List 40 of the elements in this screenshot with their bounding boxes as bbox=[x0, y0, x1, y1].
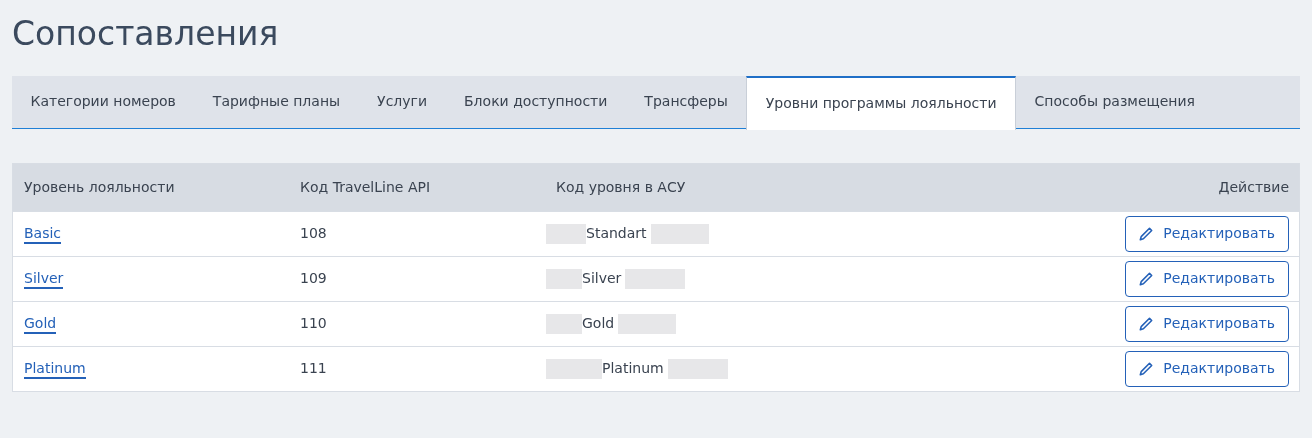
redaction-block bbox=[625, 268, 686, 289]
pencil-icon bbox=[1139, 316, 1154, 331]
redaction-block bbox=[618, 313, 677, 334]
table-cell-text: Standart bbox=[586, 224, 647, 244]
edit-button[interactable]: Редактировать bbox=[1125, 260, 1289, 297]
level-link[interactable]: Basic bbox=[24, 225, 62, 245]
table-cell-text: Silver bbox=[582, 269, 622, 289]
table-cell: 110 bbox=[300, 315, 327, 332]
pencil-icon bbox=[1139, 226, 1154, 241]
level-link[interactable]: Platinum bbox=[24, 360, 86, 380]
tab[interactable]: Способы размещения bbox=[1016, 75, 1214, 128]
column-header: Уровень лояльности bbox=[24, 178, 175, 195]
tab[interactable]: Трансферы bbox=[625, 75, 747, 128]
column-header: Код уровня в АСУ bbox=[556, 178, 686, 195]
edit-button[interactable]: Редактировать bbox=[1125, 305, 1289, 342]
tab[interactable]: Блоки доступности bbox=[445, 75, 626, 128]
redaction-block bbox=[546, 268, 582, 289]
redaction-block bbox=[546, 313, 582, 334]
table-cell: 108 bbox=[300, 225, 327, 242]
level-link[interactable]: Silver bbox=[24, 270, 64, 290]
table-cell: 109 bbox=[300, 270, 327, 287]
column-header: Действие bbox=[1218, 178, 1289, 195]
tab[interactable]: Уровни программы лояльности bbox=[746, 75, 1017, 130]
pencil-icon bbox=[1139, 361, 1154, 376]
level-link[interactable]: Gold bbox=[24, 315, 57, 335]
table-cell: 111 bbox=[300, 360, 327, 377]
edit-button[interactable]: Редактировать bbox=[1125, 215, 1289, 252]
redaction-block bbox=[650, 223, 709, 244]
tab[interactable]: Услуги bbox=[358, 75, 446, 128]
pencil-icon bbox=[1139, 271, 1154, 286]
tab[interactable]: Тарифные планы bbox=[194, 75, 359, 128]
redaction-block bbox=[667, 358, 728, 379]
table-cell-text: Platinum bbox=[602, 359, 664, 379]
edit-button[interactable]: Редактировать bbox=[1125, 350, 1289, 387]
tab[interactable]: Категории номеров bbox=[12, 75, 195, 128]
column-header: Код TravelLine API bbox=[300, 178, 431, 195]
redaction-block bbox=[546, 358, 602, 379]
page-title: Сопоставления bbox=[12, 14, 280, 54]
table-cell-text: Gold bbox=[582, 314, 615, 334]
redaction-block bbox=[546, 223, 586, 244]
